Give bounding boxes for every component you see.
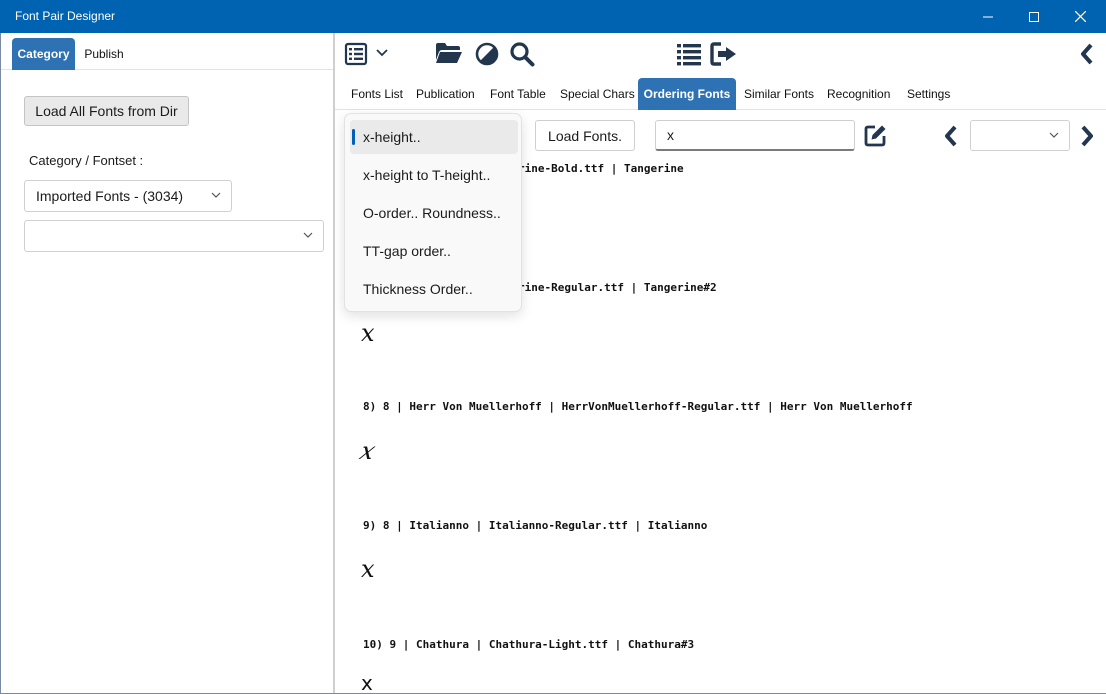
list-view-icon[interactable] [343,41,369,67]
result-header: 10) 9 | Chathura | Chathura-Light.ttf | … [363,638,695,651]
minimize-icon [983,16,993,17]
chevron-down-icon [303,232,313,238]
secondary-select[interactable] [24,220,324,252]
left-panel: Category Publish Load All Fonts from Dir… [1,33,333,693]
search-icon[interactable] [508,40,536,68]
page-select[interactable] [970,120,1070,151]
minimize-button[interactable] [965,0,1011,33]
maximize-button[interactable] [1011,0,1057,33]
fontset-select[interactable]: Imported Fonts - (3034) [24,180,232,212]
previous-page-icon[interactable] [941,123,961,149]
ordering-method-dropdown: x-height.. x-height to T-height.. O-orde… [344,113,522,312]
app-window: Category Publish Load All Fonts from Dir… [0,33,1106,694]
edit-icon[interactable] [862,123,888,149]
chevron-down-icon[interactable] [375,46,389,60]
tab-special-chars[interactable]: Special Chars [560,78,635,110]
tab-similar-fonts[interactable]: Similar Fonts [744,78,814,110]
result-sample: x [361,319,375,347]
collapse-left-icon[interactable] [1077,41,1097,67]
result-sample: x [361,671,373,693]
load-all-fonts-button[interactable]: Load All Fonts from Dir [24,96,189,126]
result-header: 9) 8 | Italianno | Italianno-Regular.ttf… [363,519,708,532]
contrast-icon[interactable] [474,41,500,67]
tab-category[interactable]: Category [12,38,75,70]
tab-fonts-list[interactable]: Fonts List [351,78,403,110]
tab-recognition[interactable]: Recognition [827,78,890,110]
dropdown-item-tt-gap[interactable]: TT-gap order.. [350,234,518,268]
close-button[interactable] [1057,0,1103,33]
folder-open-icon[interactable] [434,40,464,66]
main-tab-strip: Fonts List Publication Font Table Specia… [335,78,1106,110]
tab-ordering-fonts[interactable]: Ordering Fonts [638,78,736,110]
search-input[interactable] [655,120,855,151]
result-header: rine-Regular.ttf | Tangerine#2 [518,281,717,294]
list-icon[interactable] [675,40,703,68]
window-title: Font Pair Designer [15,9,116,23]
result-header: rine-Bold.ttf | Tangerine [518,162,684,175]
maximize-icon [1029,11,1039,22]
left-tab-strip: Category Publish [1,33,333,70]
load-fonts-button[interactable]: Load Fonts. [535,120,635,151]
tab-publish[interactable]: Publish [79,38,129,70]
result-header: 8) 8 | Herr Von Muellerhoff | HerrVonMue… [363,400,913,413]
category-label: Category / Fontset : [29,153,144,168]
dropdown-item-o-order[interactable]: O-order.. Roundness.. [350,196,518,230]
chevron-down-icon [211,192,221,198]
title-bar: Font Pair Designer [0,0,1106,33]
result-sample: x [356,437,380,465]
result-sample: x [361,555,375,583]
tab-publication[interactable]: Publication [416,78,475,110]
exit-icon[interactable] [709,40,739,68]
dropdown-item-x-height[interactable]: x-height.. [350,120,518,154]
dropdown-item-x-to-t-height[interactable]: x-height to T-height.. [350,158,518,192]
tab-settings[interactable]: Settings [907,78,950,110]
chevron-down-icon [1049,132,1059,138]
next-page-icon[interactable] [1077,123,1097,149]
close-icon [1074,11,1086,22]
fontset-select-value: Imported Fonts - (3034) [36,188,184,204]
tab-font-table[interactable]: Font Table [490,78,546,110]
dropdown-item-thickness[interactable]: Thickness Order.. [350,272,518,306]
